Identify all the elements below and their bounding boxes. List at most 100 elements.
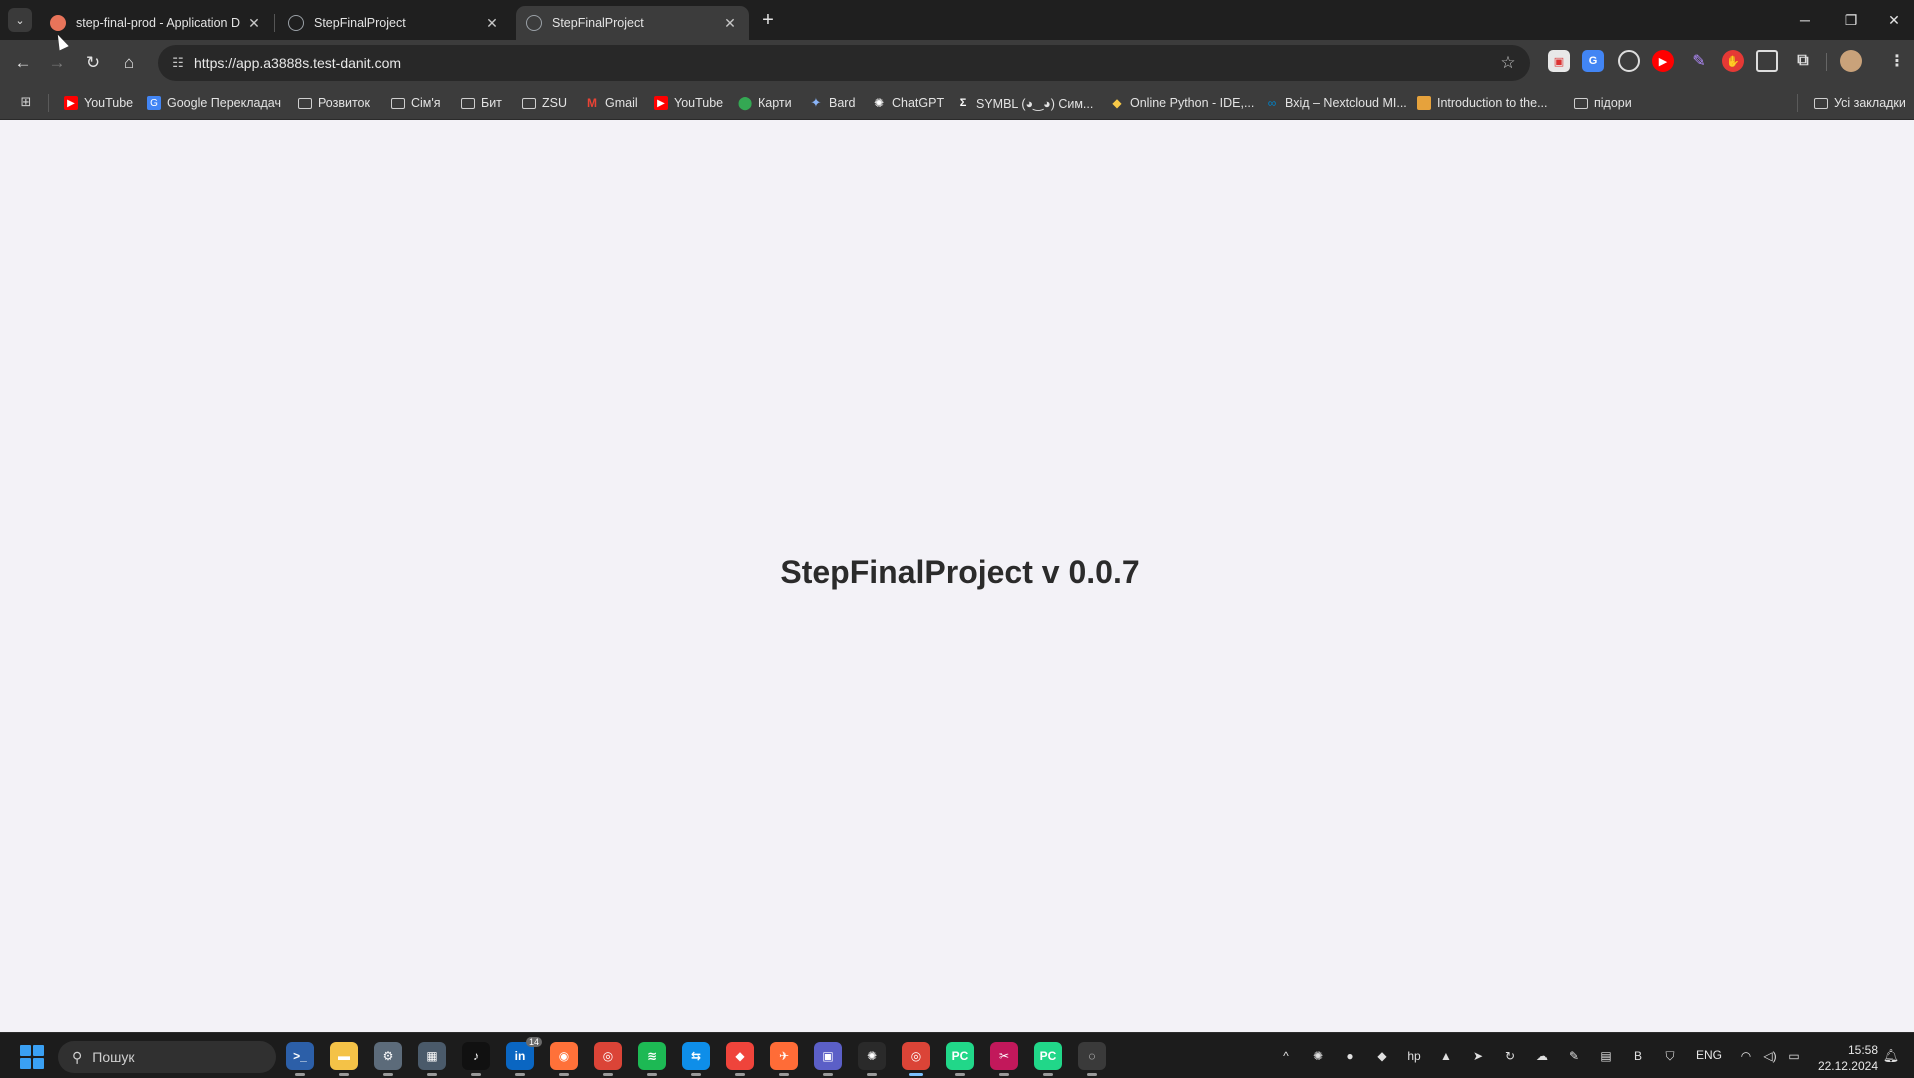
file-explorer-icon[interactable]: ▬ (330, 1042, 358, 1076)
globe-favicon-icon (526, 15, 542, 31)
onedrive-tray-icon[interactable]: ☁ (1532, 1046, 1552, 1066)
bookmark-folder-rozvytok[interactable]: Розвиток (298, 93, 370, 113)
address-bar[interactable]: ☷ https://app.a3888s.test-danit.com ☆ (158, 45, 1530, 81)
extensions-puzzle-icon[interactable]: ⧉ (1792, 50, 1814, 72)
all-bookmarks-label: Усі закладки (1834, 96, 1906, 110)
sync-tray-icon[interactable]: ↻ (1500, 1046, 1520, 1066)
tiktok-icon[interactable]: ♪ (462, 1042, 490, 1076)
bookmark-symbl[interactable]: Σ SYMBL (◕‿◕) Сим... (956, 93, 1094, 113)
back-button[interactable]: ← (8, 48, 38, 78)
ext-youtube-downloader-icon[interactable]: ▣ (1548, 50, 1570, 72)
volume-icon[interactable]: ◁) (1760, 1046, 1780, 1066)
ext-chatgpt-icon[interactable] (1618, 50, 1640, 72)
bookmark-folder-pidory[interactable]: підори (1574, 93, 1632, 113)
spotify-tray-icon[interactable]: ● (1340, 1046, 1360, 1066)
bookmark-youtube-2[interactable]: ▶ YouTube (654, 93, 723, 113)
minimize-button[interactable]: ─ (1782, 0, 1828, 40)
tab-stepfinalproject-active[interactable]: StepFinalProject ✕ (516, 6, 749, 40)
bookmark-folder-byt[interactable]: Бит (461, 93, 502, 113)
forward-button[interactable]: → (42, 48, 72, 78)
bookmark-label: ZSU (542, 96, 567, 110)
bookmark-label: Introduction to the... (1437, 96, 1548, 110)
teamviewer-icon[interactable]: ⇆ (682, 1042, 710, 1076)
new-tab-button[interactable]: + (754, 8, 782, 32)
url-text[interactable]: https://app.a3888s.test-danit.com (194, 55, 401, 71)
all-bookmarks-folder[interactable]: Усі закладки (1814, 93, 1906, 113)
pen-tray-icon[interactable]: ✎ (1564, 1046, 1584, 1066)
bookmark-youtube[interactable]: ▶ YouTube (64, 93, 133, 113)
linkedin-icon[interactable]: in 14 (506, 1037, 542, 1076)
firefox-icon[interactable]: ◉ (550, 1042, 578, 1076)
anydesk-icon[interactable]: ◆ (726, 1042, 754, 1076)
ext-pen-icon[interactable]: ✎ (1688, 50, 1710, 72)
minimize-icon: ─ (1800, 12, 1810, 28)
ext-adblock-icon[interactable]: ✋ (1722, 50, 1744, 72)
running-indicator (735, 1073, 745, 1076)
running-indicator (909, 1073, 923, 1076)
chatgpt-tray-icon[interactable]: ✺ (1308, 1046, 1328, 1066)
drive-tray-icon[interactable]: ▲ (1436, 1046, 1456, 1066)
pycharm-2-icon[interactable]: PC (1034, 1042, 1062, 1076)
tab-stepfinalproject-1[interactable]: StepFinalProject ✕ (278, 6, 511, 40)
ext-youtube-icon[interactable]: ▶ (1652, 50, 1674, 72)
reload-button[interactable]: ↻ (78, 48, 108, 78)
app-tray-icon[interactable]: ◆ (1372, 1046, 1392, 1066)
bookmark-nextcloud[interactable]: ∞ Вхід – Nextcloud MI... (1265, 93, 1407, 113)
team-app-icon[interactable]: ▣ (814, 1042, 842, 1076)
restore-button[interactable]: ❐ (1828, 0, 1874, 40)
tab-close-icon[interactable]: ✕ (245, 14, 263, 32)
terminal-icon[interactable]: >_ (286, 1042, 314, 1076)
taskbar-search[interactable]: ⚲ Пошук (58, 1041, 276, 1073)
recorder-icon[interactable]: ◌ (1078, 1042, 1106, 1076)
running-indicator (515, 1073, 525, 1076)
profile-avatar[interactable] (1840, 50, 1862, 72)
bookmark-star-icon[interactable]: ☆ (1496, 51, 1520, 75)
bookmark-bard[interactable]: ✦ Bard (809, 93, 856, 113)
menu-kebab-icon[interactable]: ⋮ (1886, 50, 1908, 72)
telegram-tray-icon[interactable]: ➤ (1468, 1046, 1488, 1066)
bookmark-online-python[interactable]: ◆ Online Python - IDE,... (1110, 93, 1254, 113)
package-icon (1417, 96, 1431, 110)
pycharm-icon[interactable]: PC (946, 1042, 974, 1076)
wifi-icon[interactable]: ◠ (1736, 1046, 1756, 1066)
calculator-icon[interactable]: ▦ (418, 1042, 446, 1076)
ext-qr-icon[interactable] (1756, 50, 1778, 72)
tab-close-icon[interactable]: ✕ (721, 14, 739, 32)
b-tray-icon[interactable]: B (1628, 1046, 1648, 1066)
language-indicator[interactable]: ENG (1696, 1048, 1722, 1062)
chatgpt-app-icon[interactable]: ✺ (858, 1042, 886, 1076)
chrome-icon[interactable]: ◎ (594, 1042, 622, 1076)
tab-search-button[interactable]: ⌄ (8, 8, 32, 32)
bookmark-folder-simya[interactable]: Сім'я (391, 93, 441, 113)
bookmark-folder-zsu[interactable]: ZSU (522, 93, 567, 113)
bookmark-label: Bard (829, 96, 856, 110)
battery-icon[interactable]: ▭ (1784, 1046, 1804, 1066)
start-button[interactable] (20, 1045, 44, 1069)
bookmark-chatgpt[interactable]: ✺ ChatGPT (872, 93, 944, 113)
spotify-icon[interactable]: ≋ (638, 1042, 666, 1076)
tab-close-icon[interactable]: ✕ (483, 14, 501, 32)
site-info-icon[interactable]: ☷ (166, 51, 190, 75)
close-window-button[interactable]: ✕ (1874, 0, 1914, 40)
bookmark-gmail[interactable]: M Gmail (585, 93, 638, 113)
bookmark-introduction[interactable]: Introduction to the... (1417, 93, 1548, 113)
recorder-glyph: ◌ (1088, 1049, 1096, 1063)
snipping-tool-icon[interactable]: ✂ (990, 1042, 1018, 1076)
clock[interactable]: 15:58 22.12.2024 (1812, 1042, 1878, 1074)
ext-translate-icon[interactable]: G (1582, 50, 1604, 72)
settings-icon[interactable]: ⚙ (374, 1042, 402, 1076)
home-button[interactable]: ⌂ (114, 48, 144, 78)
running-indicator (867, 1073, 877, 1076)
keyboard-tray-icon[interactable]: ▤ (1596, 1046, 1616, 1066)
show-hidden-icons-icon[interactable]: ^ (1276, 1046, 1296, 1066)
chrome-profile-icon[interactable]: ◎ (902, 1042, 930, 1076)
tab-step-final-prod[interactable]: step-final-prod - Application D ✕ (40, 6, 273, 40)
bookmark-maps[interactable]: ⬤ Карти (738, 93, 792, 113)
screen: ⌄ step-final-prod - Application D ✕ Step… (0, 0, 1914, 1078)
notifications-bell-icon[interactable]: 🔔︎ (1882, 1047, 1900, 1065)
bookmark-google-translate[interactable]: G Google Перекладач (147, 93, 281, 113)
apps-grid-icon[interactable]: ⊞ (16, 92, 36, 112)
postman-icon[interactable]: ✈ (770, 1042, 798, 1076)
defender-tray-icon[interactable]: ⛉ (1660, 1046, 1680, 1066)
hp-tray-icon[interactable]: hp (1404, 1046, 1424, 1066)
